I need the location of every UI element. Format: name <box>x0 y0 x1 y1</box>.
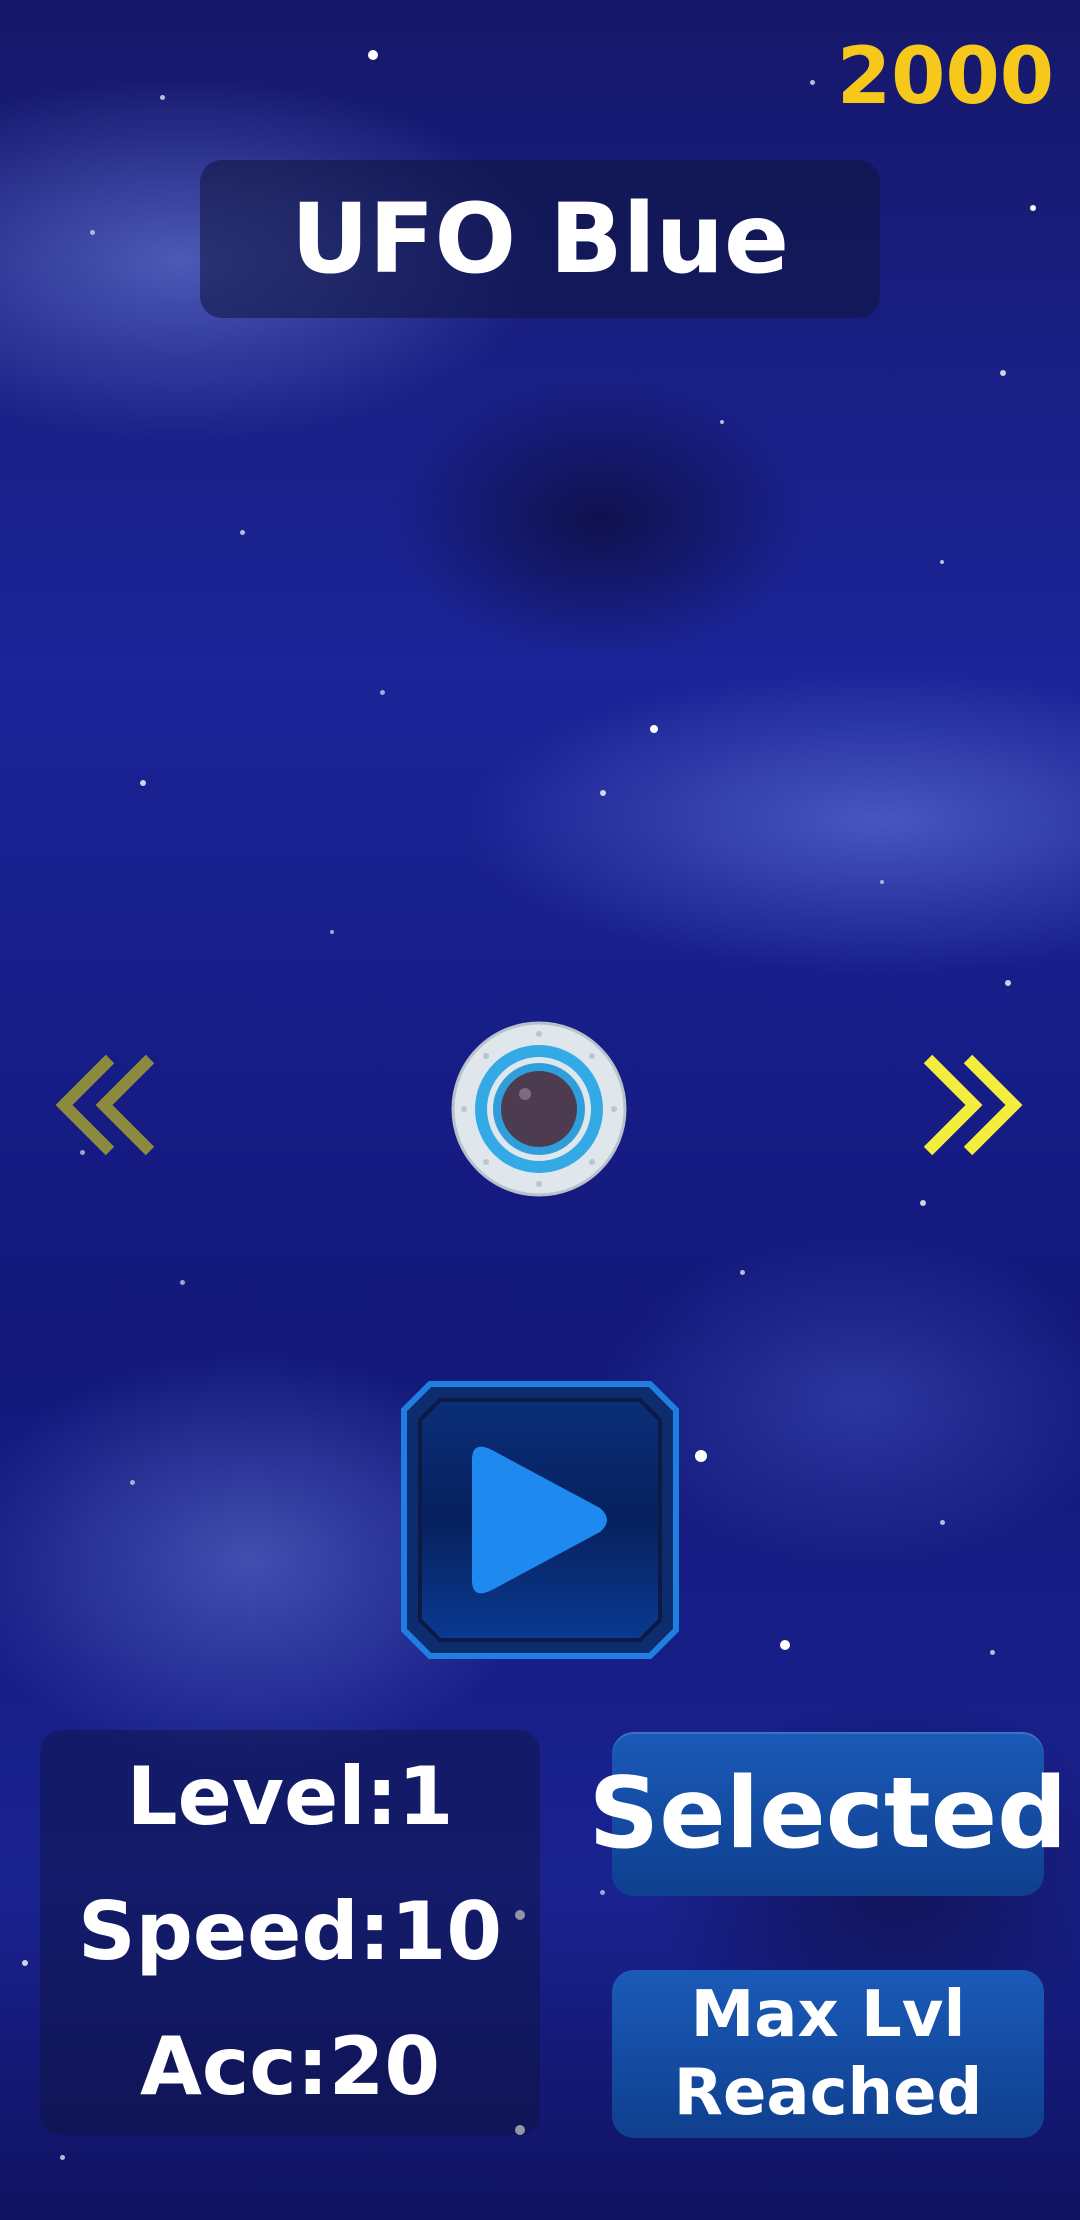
play-icon <box>401 1381 679 1659</box>
ship-name-panel: UFO Blue <box>200 160 880 318</box>
play-button[interactable] <box>400 1380 680 1660</box>
ufo-blue-icon <box>450 1020 628 1198</box>
ship-speed: Speed:10 <box>78 1885 502 1978</box>
selected-button[interactable]: Selected <box>589 1732 1067 1896</box>
chevron-double-right-icon <box>923 1054 1023 1156</box>
max-level-line2: Reached <box>673 2056 983 2130</box>
previous-ship-button[interactable] <box>50 1045 170 1165</box>
max-level-line1: Max Lvl <box>690 1978 966 2052</box>
ship-level: Level:1 <box>126 1750 454 1843</box>
chevron-double-left-icon <box>55 1054 155 1156</box>
max-level-button[interactable]: Max Lvl Reached <box>612 1970 1044 2138</box>
coin-balance: 2000 <box>836 32 1054 122</box>
ship-stats-panel: Level:1 Speed:10 Acc:20 <box>40 1730 540 2135</box>
ship-acceleration: Acc:20 <box>139 2020 441 2113</box>
ship-name: UFO Blue <box>290 183 790 295</box>
next-ship-button[interactable] <box>908 1045 1028 1165</box>
